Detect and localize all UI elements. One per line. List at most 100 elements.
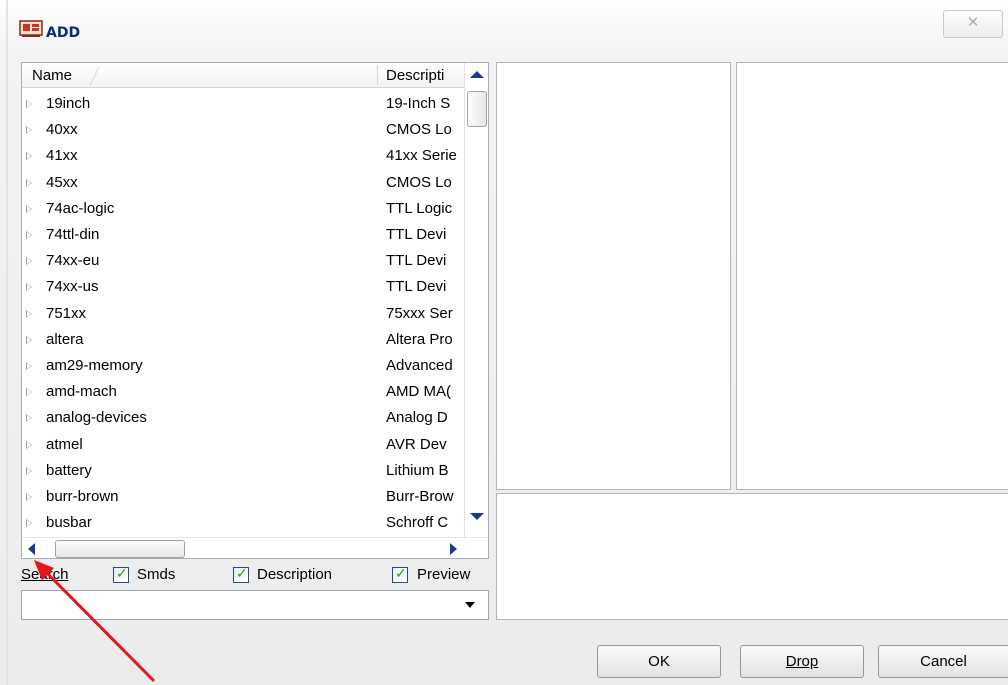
expand-triangle-icon[interactable] bbox=[26, 152, 32, 161]
list-row[interactable]: busbar Schroff C bbox=[22, 512, 464, 536]
row-description: 75xxx Ser bbox=[386, 304, 453, 322]
window-title: ADD bbox=[46, 25, 81, 41]
expand-triangle-icon[interactable] bbox=[26, 100, 32, 108]
column-header-description[interactable]: Descripti bbox=[386, 67, 460, 84]
list-row[interactable]: analog-devices Analog D bbox=[22, 407, 464, 431]
column-header-name[interactable]: Name bbox=[32, 67, 72, 84]
list-rows: 19inch 19-Inch S 40xx CMOS Lo 41xx 41xx Serie… bbox=[22, 93, 464, 537]
title-bar: ADD ✕ bbox=[0, 0, 1008, 60]
row-description: Burr-Brow bbox=[386, 488, 454, 505]
add-dialog: ADD ✕ Name Descripti 19inch 19-Inch S 40xx… bbox=[0, 0, 1008, 685]
expand-triangle-icon[interactable] bbox=[26, 283, 32, 292]
row-name: 40xx bbox=[46, 121, 78, 139]
list-row[interactable]: 74xx-eu TTL Devi bbox=[22, 250, 464, 274]
scroll-right-arrow-icon[interactable] bbox=[450, 543, 457, 555]
ok-button[interactable]: OK bbox=[597, 645, 721, 678]
row-description: TTL Logic bbox=[386, 199, 453, 217]
row-description: TTL Devi bbox=[386, 252, 447, 270]
list-row[interactable]: 19inch 19-Inch S bbox=[22, 93, 464, 117]
expand-triangle-icon[interactable] bbox=[26, 335, 32, 344]
expand-triangle-icon[interactable] bbox=[26, 466, 32, 475]
description-checkbox[interactable]: ✓ bbox=[233, 565, 249, 583]
vertical-scroll-thumb[interactable] bbox=[467, 91, 487, 127]
row-description: 41xx Serie bbox=[386, 147, 457, 165]
expand-triangle-icon[interactable] bbox=[26, 493, 32, 501]
row-name: am29-memory bbox=[46, 357, 143, 374]
horizontal-scrollbar[interactable] bbox=[22, 537, 488, 558]
preview-checkbox[interactable]: ✓ bbox=[392, 565, 408, 583]
description-pane bbox=[496, 493, 1008, 620]
close-icon: ✕ bbox=[966, 14, 980, 31]
row-description: Altera Pro bbox=[386, 330, 453, 348]
row-name: 45xx bbox=[46, 173, 78, 191]
check-icon: ✓ bbox=[395, 565, 407, 581]
scroll-left-arrow-icon[interactable] bbox=[28, 543, 35, 555]
row-name: busbar bbox=[46, 514, 92, 532]
expand-triangle-icon[interactable] bbox=[26, 204, 32, 213]
row-name: battery bbox=[46, 461, 92, 479]
list-row[interactable]: 41xx 41xx Serie bbox=[22, 145, 464, 169]
scroll-down-arrow-icon[interactable] bbox=[470, 513, 484, 520]
dropdown-arrow-icon[interactable] bbox=[465, 602, 475, 608]
row-name: 74ttl-din bbox=[46, 226, 100, 243]
drop-button[interactable]: Drop bbox=[740, 645, 864, 678]
row-description: Lithium B bbox=[386, 461, 449, 479]
expand-triangle-icon[interactable] bbox=[26, 231, 32, 239]
library-list[interactable]: Name Descripti 19inch 19-Inch S 40xx CMOS L… bbox=[21, 62, 489, 559]
row-name: altera bbox=[46, 330, 84, 348]
expand-triangle-icon[interactable] bbox=[26, 440, 32, 449]
column-separator[interactable] bbox=[377, 65, 378, 85]
expand-triangle-icon[interactable] bbox=[26, 178, 32, 187]
list-row[interactable]: burr-brown Burr-Brow bbox=[22, 486, 464, 510]
expand-triangle-icon[interactable] bbox=[26, 414, 32, 423]
row-name: 41xx bbox=[46, 147, 78, 165]
list-header: Name Descripti bbox=[22, 63, 488, 88]
list-row[interactable]: battery Lithium B bbox=[22, 460, 464, 484]
close-button[interactable]: ✕ bbox=[943, 10, 1003, 38]
list-row[interactable]: amd-mach AMD MA( bbox=[22, 381, 464, 405]
list-row[interactable]: 74xx-us TTL Devi bbox=[22, 276, 464, 300]
row-description: AVR Dev bbox=[386, 435, 447, 453]
add-part-icon bbox=[19, 20, 43, 37]
row-description: CMOS Lo bbox=[386, 121, 452, 139]
row-description: TTL Devi bbox=[386, 226, 447, 243]
expand-triangle-icon[interactable] bbox=[26, 388, 32, 397]
list-row[interactable]: altera Altera Pro bbox=[22, 329, 464, 353]
row-name: atmel bbox=[46, 435, 83, 453]
list-row[interactable]: 751xx 75xxx Ser bbox=[22, 303, 464, 327]
symbol-preview-pane bbox=[736, 62, 1008, 490]
expand-triangle-icon[interactable] bbox=[26, 519, 32, 528]
cancel-button[interactable]: Cancel bbox=[878, 645, 1008, 678]
row-name: amd-mach bbox=[46, 383, 117, 401]
scroll-up-arrow-icon[interactable] bbox=[470, 71, 484, 78]
horizontal-scroll-thumb[interactable] bbox=[55, 540, 185, 558]
row-name: burr-brown bbox=[46, 488, 119, 505]
list-row[interactable]: atmel AVR Dev bbox=[22, 434, 464, 458]
expand-triangle-icon[interactable] bbox=[26, 362, 32, 370]
row-name: 74xx-eu bbox=[46, 252, 100, 270]
row-name: 19inch bbox=[46, 95, 91, 112]
check-icon: ✓ bbox=[236, 565, 248, 581]
expand-triangle-icon[interactable] bbox=[26, 309, 32, 318]
row-name: 751xx bbox=[46, 304, 87, 322]
list-row[interactable]: 74ac-logic TTL Logic bbox=[22, 198, 464, 222]
package-preview-pane bbox=[496, 62, 731, 490]
row-name: 74ac-logic bbox=[46, 199, 115, 217]
row-description: Schroff C bbox=[386, 514, 449, 532]
expand-triangle-icon[interactable] bbox=[26, 126, 32, 135]
row-description: Analog D bbox=[386, 409, 448, 427]
list-row[interactable]: 45xx CMOS Lo bbox=[22, 172, 464, 196]
description-label[interactable]: Description bbox=[257, 566, 332, 583]
row-description: CMOS Lo bbox=[386, 173, 452, 191]
list-row[interactable]: am29-memory Advanced bbox=[22, 355, 464, 379]
expand-triangle-icon[interactable] bbox=[26, 257, 32, 266]
list-row[interactable]: 40xx CMOS Lo bbox=[22, 119, 464, 143]
row-name: analog-devices bbox=[46, 409, 147, 427]
red-arrow-annotation bbox=[34, 560, 156, 683]
vertical-scrollbar[interactable] bbox=[464, 63, 488, 537]
sort-indicator-icon bbox=[89, 67, 109, 85]
row-description: TTL Devi bbox=[386, 278, 447, 296]
list-row[interactable]: 74ttl-din TTL Devi bbox=[22, 224, 464, 248]
row-description: Advanced bbox=[386, 357, 453, 374]
preview-label[interactable]: Preview bbox=[417, 566, 470, 583]
